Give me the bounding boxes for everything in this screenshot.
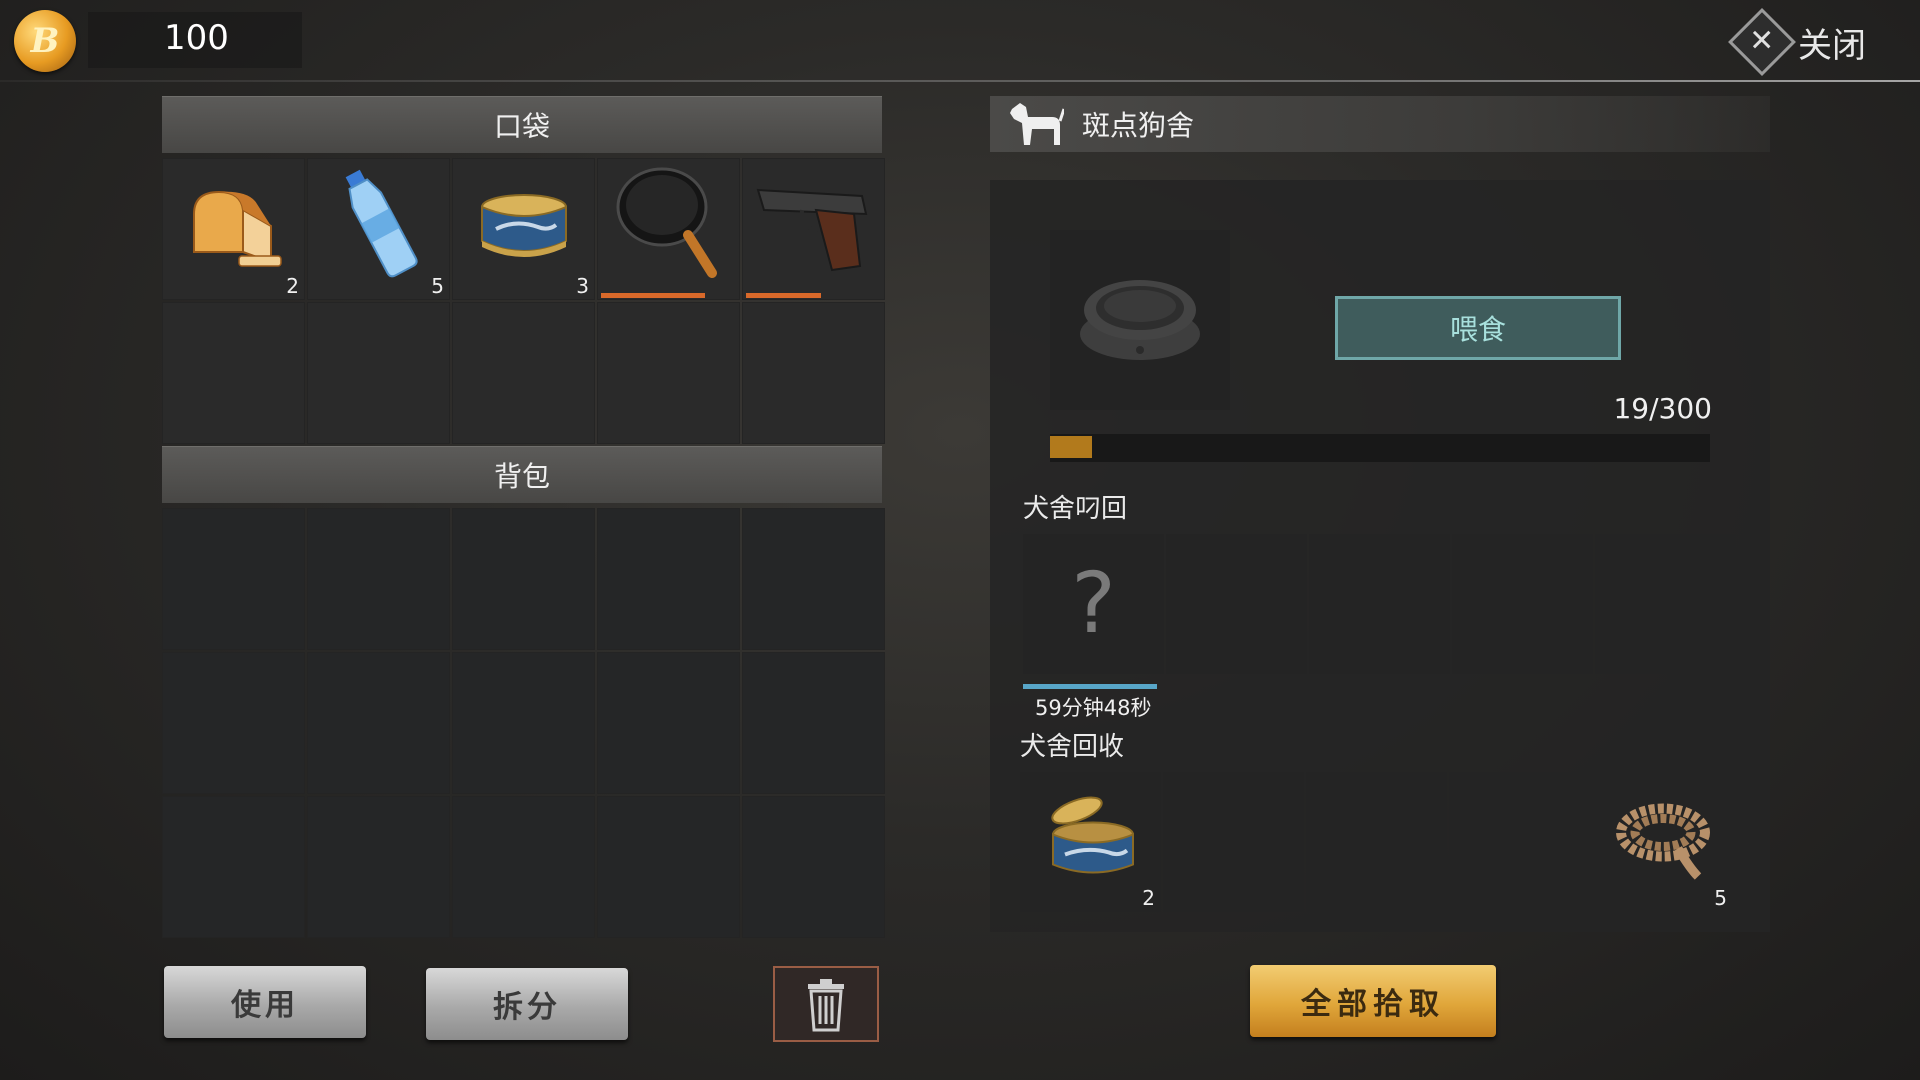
- backpack-grid: [162, 508, 885, 938]
- pocket-grid: 2 5 3: [162, 158, 885, 444]
- item-quantity: 2: [286, 274, 299, 298]
- trash-button[interactable]: [773, 966, 879, 1042]
- feed-button[interactable]: 喂食: [1335, 296, 1621, 360]
- backpack-slot[interactable]: [742, 796, 885, 938]
- coin-amount: 100: [164, 18, 229, 58]
- pistol-icon: [756, 188, 867, 272]
- durability-bar: [746, 293, 822, 298]
- fetch-slot[interactable]: [1166, 534, 1307, 674]
- pocket-slot-water[interactable]: 5: [307, 158, 450, 300]
- recycle-slots: 2 5: [1020, 772, 1733, 912]
- recycle-label: 犬舍回收: [1020, 732, 1125, 762]
- backpack-header: 背包: [162, 446, 882, 503]
- fetch-slots: ?: [1023, 534, 1736, 674]
- food-progress-bar: [1050, 434, 1710, 462]
- fetch-label: 犬舍叼回: [1023, 494, 1128, 524]
- kennel-title: 斑点狗舍: [1082, 109, 1195, 142]
- rope-icon: [1615, 803, 1710, 880]
- backpack-slot[interactable]: [452, 508, 595, 650]
- durability-bar: [601, 293, 706, 298]
- item-quantity: 3: [576, 274, 589, 298]
- close-icon[interactable]: ✕: [1728, 8, 1796, 76]
- pocket-header: 口袋: [162, 96, 882, 153]
- pocket-slot-empty[interactable]: [162, 302, 305, 444]
- backpack-slot[interactable]: [307, 508, 450, 650]
- backpack-slot[interactable]: [307, 652, 450, 794]
- item-quantity: 2: [1142, 886, 1155, 910]
- recycle-slot[interactable]: [1306, 772, 1447, 912]
- pocket-slot-empty[interactable]: [452, 302, 595, 444]
- pocket-slot-bread[interactable]: 2: [162, 158, 305, 300]
- close-label[interactable]: 关闭: [1798, 18, 1866, 67]
- food-progress-fill: [1050, 436, 1092, 458]
- coin-icon: B: [14, 10, 76, 72]
- backpack-slot[interactable]: [162, 796, 305, 938]
- question-mark-icon: ?: [1071, 554, 1116, 652]
- pocket-slot-pistol[interactable]: [742, 158, 885, 300]
- recycle-slot[interactable]: [1163, 772, 1304, 912]
- close-button[interactable]: ✕ 关闭: [1728, 8, 1866, 76]
- backpack-title: 背包: [493, 460, 550, 493]
- pocket-slot-empty[interactable]: [597, 302, 740, 444]
- fetch-slot-pending[interactable]: ?: [1023, 534, 1164, 674]
- fetch-timer-bar: [1023, 684, 1157, 689]
- food-progress-text: 19/300: [1613, 392, 1712, 425]
- fetch-slot[interactable]: [1309, 534, 1450, 674]
- backpack-slot[interactable]: [452, 796, 595, 938]
- trash-icon: [808, 979, 844, 1032]
- fetch-timer-text: 59分钟48秒: [1035, 696, 1152, 720]
- water-bottle-icon: [345, 169, 418, 278]
- bread-icon: [192, 190, 282, 267]
- backpack-slot[interactable]: [162, 652, 305, 794]
- top-bar-divider: [0, 80, 1920, 82]
- pocket-slot-canned-fish[interactable]: 3: [452, 158, 595, 300]
- recycle-slot[interactable]: [1449, 772, 1590, 912]
- backpack-slot[interactable]: [162, 508, 305, 650]
- coin-letter: B: [30, 21, 60, 61]
- fetch-slot[interactable]: [1452, 534, 1593, 674]
- item-quantity: 5: [431, 274, 444, 298]
- dog-icon: [1010, 103, 1064, 145]
- canned-fish-icon: [480, 194, 567, 257]
- pickup-all-button[interactable]: 全部拾取: [1250, 965, 1496, 1037]
- backpack-slot[interactable]: [452, 652, 595, 794]
- backpack-slot[interactable]: [742, 508, 885, 650]
- split-button[interactable]: 拆分: [426, 968, 628, 1040]
- pocket-slot-empty[interactable]: [307, 302, 450, 444]
- frying-pan-icon: [616, 167, 717, 278]
- pocket-title: 口袋: [493, 110, 550, 143]
- use-button[interactable]: 使用: [164, 966, 366, 1038]
- item-quantity: 5: [1714, 886, 1727, 910]
- backpack-slot[interactable]: [597, 796, 740, 938]
- pocket-slot-empty[interactable]: [742, 302, 885, 444]
- recycle-slot-canned-fish[interactable]: 2: [1020, 772, 1161, 912]
- recycle-slot-rope[interactable]: 5: [1592, 772, 1733, 912]
- backpack-slot[interactable]: [597, 652, 740, 794]
- backpack-slot[interactable]: [307, 796, 450, 938]
- fetch-slot[interactable]: [1595, 534, 1736, 674]
- food-bowl-slot[interactable]: [1050, 230, 1230, 410]
- kennel-header: 斑点狗舍: [990, 96, 1770, 152]
- pocket-slot-frying-pan[interactable]: [597, 158, 740, 300]
- opened-can-icon: [1050, 796, 1134, 874]
- backpack-slot[interactable]: [597, 508, 740, 650]
- dog-bowl-icon: [1080, 280, 1200, 360]
- backpack-slot[interactable]: [742, 652, 885, 794]
